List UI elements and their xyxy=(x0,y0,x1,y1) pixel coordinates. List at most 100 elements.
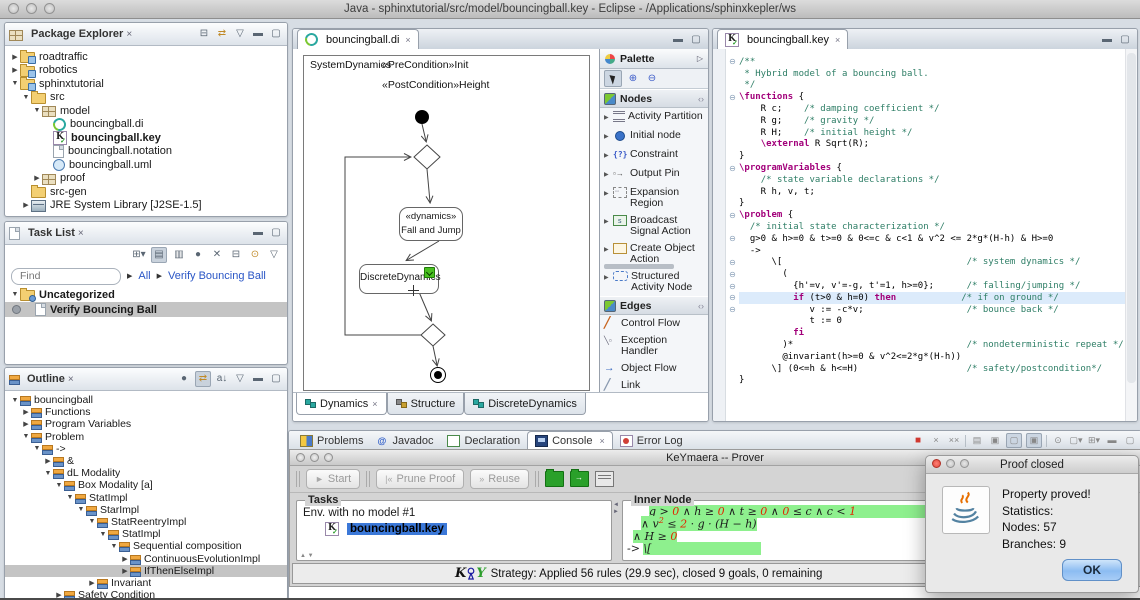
outline-item[interactable]: ▶ContinuousEvolutionImpl xyxy=(5,552,287,564)
zoom-icon[interactable] xyxy=(324,453,333,462)
console-tab-javadoc[interactable]: Javadoc xyxy=(370,432,440,449)
console-tab-problems[interactable]: Problems xyxy=(293,432,370,449)
fold-collapse-icon[interactable]: ⊖ xyxy=(726,93,739,102)
collapse-expander-icon[interactable]: ▼ xyxy=(10,397,20,404)
code-line[interactable]: ⊖\programVariables { xyxy=(739,162,1125,174)
expand-expander-icon[interactable]: ▶ xyxy=(87,579,97,587)
edges-drawer-header[interactable]: Edges ‹› xyxy=(600,296,708,315)
close-view-icon[interactable]: × xyxy=(78,228,84,239)
code-line[interactable]: ⊖ {h'=v, v'=-g, t'=1, h>=0}; /* falling/… xyxy=(739,280,1125,292)
maximize-view-icon[interactable]: ▢ xyxy=(269,27,283,41)
fold-collapse-icon[interactable]: ⊖ xyxy=(726,234,739,243)
fold-collapse-icon[interactable]: ⊖ xyxy=(726,305,739,314)
resize-grip-icon[interactable]: ▲ ▼ xyxy=(300,553,314,559)
show-console-on-stdout-icon[interactable]: ▢ xyxy=(1006,433,1022,448)
expand-expander-icon[interactable]: ▶ xyxy=(10,66,20,74)
code-line[interactable]: ⊖\problem { xyxy=(739,209,1125,221)
collapse-expander-icon[interactable]: ▼ xyxy=(10,291,20,298)
minimize-dialog-icon[interactable] xyxy=(946,459,955,468)
view-menu-icon[interactable]: ▽ xyxy=(233,27,247,41)
minimize-window-icon[interactable] xyxy=(26,3,37,14)
code-line[interactable]: /* state variable declarations */ xyxy=(739,174,1125,186)
code-line[interactable]: fi xyxy=(739,327,1125,339)
filter-all-link[interactable]: All xyxy=(138,270,150,282)
page-tab-structure[interactable]: Structure xyxy=(387,393,465,415)
code-line[interactable]: t := 0 xyxy=(739,316,1125,328)
view-menu-icon[interactable]: ▽ xyxy=(233,372,247,386)
fold-collapse-icon[interactable]: ⊖ xyxy=(726,164,739,173)
outline-item[interactable]: ▶IfThenElseImpl xyxy=(5,565,287,577)
outline-item[interactable]: ▼Sequential composition xyxy=(5,540,287,552)
collapse-expander-icon[interactable]: ▼ xyxy=(65,494,75,501)
stop-icon[interactable]: ■ xyxy=(911,434,925,447)
zoom-in-tool[interactable]: ⊕ xyxy=(625,71,641,86)
categorized-mode-icon[interactable]: ▤ xyxy=(151,247,167,263)
code-line[interactable]: ⊖/** xyxy=(739,56,1125,68)
display-console-icon[interactable]: ▢▾ xyxy=(1069,434,1083,447)
expand-expander-icon[interactable]: ▶ xyxy=(21,420,31,428)
scrollbar-thumb[interactable] xyxy=(1127,53,1136,383)
palette-item-initial-node[interactable]: ▶Initial node xyxy=(600,127,708,146)
package-explorer-item[interactable]: src-gen xyxy=(5,185,287,199)
minimize-view-icon[interactable]: ▬ xyxy=(1105,434,1119,447)
expand-expander-icon[interactable]: ▶ xyxy=(21,408,31,416)
synchronize-icon[interactable]: ⊙ xyxy=(248,248,262,262)
pin-drawer-icon[interactable]: ‹› xyxy=(698,94,704,104)
maximize-view-icon[interactable]: ▢ xyxy=(269,372,283,386)
close-dialog-icon[interactable] xyxy=(932,459,941,468)
package-explorer-item[interactable]: bouncingball.notation xyxy=(5,145,287,159)
zoom-dialog-icon[interactable] xyxy=(960,459,969,468)
package-explorer-item[interactable]: ▼src xyxy=(5,91,287,105)
fold-collapse-icon[interactable]: ⊖ xyxy=(726,258,739,267)
code-line[interactable]: /* initial state characterization */ xyxy=(739,221,1125,233)
page-tab-discretedynamics[interactable]: DiscreteDynamics xyxy=(464,393,586,415)
outline-item[interactable]: ▼-> xyxy=(5,443,287,455)
pin-drawer-icon[interactable]: ‹› xyxy=(698,301,704,311)
code-line[interactable]: )* /* nondeterministic repeat */ xyxy=(739,339,1125,351)
console-tab-error-log[interactable]: Error Log xyxy=(613,432,690,449)
collapse-all-icon[interactable]: ⊟ xyxy=(229,248,243,262)
filter-icon[interactable]: ✕ xyxy=(210,248,224,262)
code-line[interactable]: R H; /* initial height */ xyxy=(739,127,1125,139)
task-list-item[interactable]: ▼Uncategorized xyxy=(5,287,287,302)
close-icon[interactable] xyxy=(296,453,305,462)
palette-expander-icon[interactable]: ▶ xyxy=(604,113,610,124)
palette-scrollbar[interactable] xyxy=(604,264,674,269)
load-problem-icon[interactable] xyxy=(570,471,589,487)
palette-header[interactable]: Palette ▷ xyxy=(600,49,708,69)
start-button[interactable]: ►Start xyxy=(306,469,360,489)
package-explorer-item[interactable]: ▶proof xyxy=(5,172,287,186)
code-line[interactable]: ⊖\functions { xyxy=(739,91,1125,103)
find-input[interactable] xyxy=(11,268,121,285)
minimize-view-icon[interactable]: ▬ xyxy=(251,27,265,41)
code-line[interactable]: R h, v, t; xyxy=(739,186,1125,198)
palette-item-object-flow[interactable]: Object Flow xyxy=(600,360,708,377)
page-tab-dynamics[interactable]: Dynamics× xyxy=(296,393,387,415)
palette-expander-icon[interactable]: ▶ xyxy=(604,132,610,143)
fold-collapse-icon[interactable]: ⊖ xyxy=(726,57,739,66)
outline-item[interactable]: ▶Program Variables xyxy=(5,418,287,430)
close-view-icon[interactable]: × xyxy=(68,374,74,385)
pin-console-icon[interactable]: ⊙ xyxy=(1051,434,1065,447)
palette-item-expansion-region[interactable]: ▶Expansion Region xyxy=(600,184,708,212)
collapse-expander-icon[interactable]: ▼ xyxy=(76,506,86,513)
package-explorer-item[interactable]: bouncingball.di xyxy=(5,118,287,132)
palette-item-constraint[interactable]: ▶Constraint xyxy=(600,146,708,165)
code-line[interactable]: } xyxy=(739,198,1125,210)
outline-item[interactable]: ▶Invariant xyxy=(5,577,287,589)
code-line[interactable]: } xyxy=(739,375,1125,387)
palette-expander-icon[interactable]: ▶ xyxy=(604,170,610,181)
palette-item-control-flow[interactable]: Control Flow xyxy=(600,315,708,332)
proof-management-icon[interactable] xyxy=(595,471,614,487)
outline-item[interactable]: ▼StarImpl xyxy=(5,504,287,516)
zoom-out-tool[interactable]: ⊖ xyxy=(644,71,660,86)
focus-workweek-icon[interactable]: ● xyxy=(191,248,205,262)
fold-collapse-icon[interactable]: ⊖ xyxy=(726,211,739,220)
expand-expander-icon[interactable]: ▶ xyxy=(120,555,130,563)
expand-expander-icon[interactable]: ▶ xyxy=(21,201,31,209)
console-tab-console[interactable]: Console× xyxy=(527,431,613,449)
open-console-icon[interactable]: ⊞▾ xyxy=(1087,434,1101,447)
collapse-expander-icon[interactable]: ▼ xyxy=(43,470,53,477)
link-with-editor-icon[interactable]: ⇄ xyxy=(215,27,229,41)
package-explorer-item[interactable]: ▶robotics xyxy=(5,64,287,78)
